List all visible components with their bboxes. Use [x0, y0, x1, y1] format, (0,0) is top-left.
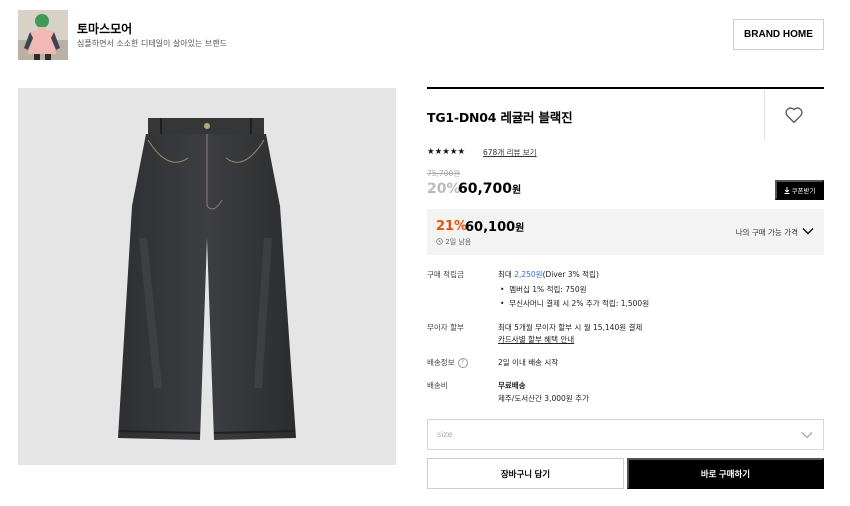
sale-price-currency: 원 [512, 185, 522, 196]
points-label: 구매 적립금 [427, 270, 464, 279]
installment-label: 무이자 할부 [427, 323, 464, 332]
shipping-fee-value: 무료배송 [498, 381, 526, 390]
brand-name[interactable]: 토마스모어 [77, 20, 132, 37]
points-item: • 멤버십 1% 적립: 750원 [500, 285, 587, 294]
brand-header: 토마스모어 심플하면서 소소한 디테일이 살아있는 브랜드 BRAND HOME [18, 10, 824, 60]
heart-icon[interactable] [784, 106, 804, 124]
jeans-image [118, 118, 296, 440]
best-price-value: 60,100원 [465, 219, 524, 235]
points-max-amount: 2,250원 [514, 270, 543, 279]
size-select[interactable]: size [427, 419, 824, 450]
points-max: 최대 2,250원(Diver 3% 적립) [498, 269, 599, 280]
shipping-label: 배송정보 [427, 358, 455, 367]
shipping-fee-sub: 제주/도서산간 3,000원 추가 [498, 394, 589, 403]
download-icon [784, 186, 790, 194]
discount-percent: 20% [427, 181, 461, 197]
coupon-button[interactable]: 쿠폰받기 [775, 180, 824, 200]
rating-stars: ★★★★★ [427, 147, 466, 157]
points-max-suffix: (Diver 3% 적립) [542, 270, 599, 279]
clock-icon [436, 238, 443, 245]
best-price-currency: 원 [515, 223, 525, 234]
best-price-percent: 21% [436, 219, 468, 234]
chevron-down-icon [802, 228, 814, 235]
brand-description: 심플하면서 소소한 디테일이 살아있는 브랜드 [77, 39, 228, 48]
points-item-text: 무신사머니 결제 시 2% 추가 적립: 1,500원 [509, 299, 650, 308]
sale-price-value: 60,700 [458, 181, 513, 197]
installment-value: 최대 5개월 무이자 할부 시 월 15,140원 결제 [498, 323, 643, 332]
brand-home-button[interactable]: BRAND HOME [733, 19, 824, 50]
shipping-value: 2일 이내 배송 시작 [498, 358, 559, 367]
points-max-prefix: 최대 [498, 270, 515, 279]
chevron-down-icon [801, 432, 813, 439]
product-image[interactable] [18, 88, 396, 465]
shipping-info: 배송정보? [427, 357, 468, 368]
best-price-remaining: 2일 남음 [436, 237, 471, 247]
coupon-label: 쿠폰받기 [791, 188, 816, 195]
best-price-label: 나의 구매 가능 가격 [735, 228, 798, 237]
title-divider [764, 89, 765, 141]
review-link[interactable]: 678개 리뷰 보기 [483, 147, 537, 158]
points-item: • 무신사머니 결제 시 2% 추가 적립: 1,500원 [500, 299, 650, 308]
best-price-number: 60,100 [465, 220, 516, 235]
brand-avatar-image [18, 10, 68, 60]
sale-price: 60,700원 [458, 181, 521, 197]
product-title: TG1-DN04 레귤러 블랙진 [427, 110, 573, 125]
best-price-box[interactable]: 21% 60,100원 2일 남음 나의 구매 가능 가격 [427, 209, 824, 255]
buy-now-button[interactable]: 바로 구매하기 [627, 458, 824, 489]
installment-link[interactable]: 카드사별 할부 혜택 안내 [498, 334, 574, 345]
help-icon[interactable]: ? [457, 358, 468, 368]
brand-avatar[interactable] [18, 10, 68, 60]
points-item-text: 멤버십 1% 적립: 750원 [509, 285, 587, 294]
original-price: 75,700원 [427, 169, 461, 178]
remaining-text: 2일 남음 [445, 238, 472, 246]
size-placeholder: size [437, 430, 453, 439]
add-to-cart-button[interactable]: 장바구니 담기 [427, 458, 624, 489]
shipping-fee-label: 배송비 [427, 381, 448, 390]
